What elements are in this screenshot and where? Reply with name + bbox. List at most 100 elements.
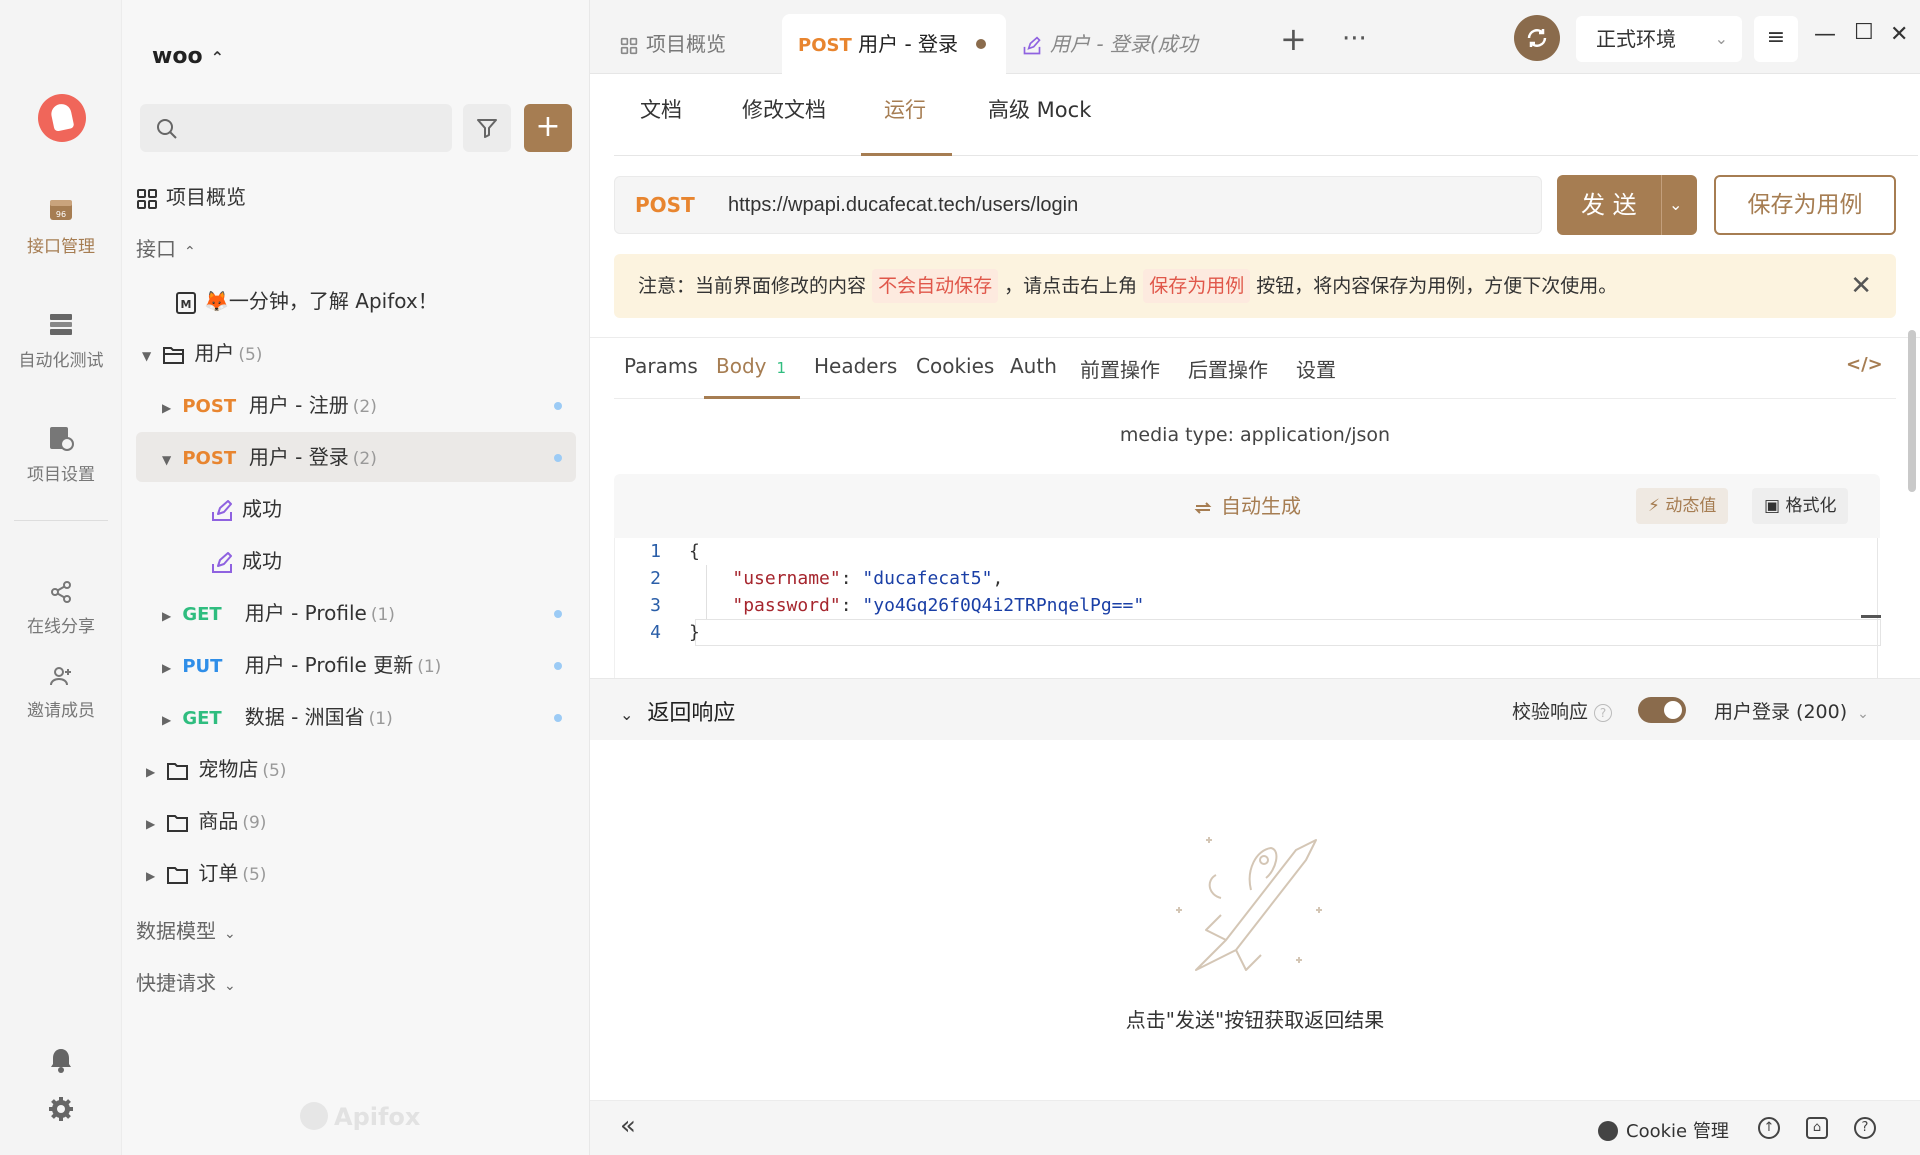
save-as-case-button[interactable]: 保存为用例 [1714, 175, 1896, 235]
send-button[interactable]: 发 送 ⌄ [1557, 175, 1697, 235]
chevron-down-icon: ⌄ [1857, 706, 1869, 722]
verify-label: 校验响应 [1512, 701, 1589, 723]
format-label: 格式化 [1785, 496, 1837, 516]
subtab-mock[interactable]: 高级 Mock [988, 94, 1091, 124]
tab-case[interactable]: 用户 - 登录(成功 [1022, 14, 1198, 74]
subtab-edit-docs[interactable]: 修改文档 [742, 94, 826, 124]
sidebar-item-api[interactable]: ▶ GET 用户 - Profile (1) [136, 588, 576, 638]
tab-post-ops[interactable]: 后置操作 [1188, 354, 1268, 383]
chevron-down-icon: ⌄ [620, 705, 634, 724]
tab-body[interactable]: Body 1 [716, 354, 786, 378]
response-case-label: 用户登录 (200) [1714, 701, 1848, 723]
case-icon [212, 499, 232, 521]
notice-text: ，请点击右上角 [1004, 275, 1138, 297]
tab-auth[interactable]: Auth [1010, 354, 1057, 378]
rail-item-api-management[interactable]: 96 接口管理 [0, 196, 122, 257]
tab-params[interactable]: Params [624, 354, 698, 378]
swap-icon [1194, 501, 1212, 514]
minimize-icon[interactable]: — [1814, 22, 1836, 47]
tab-active-request[interactable]: POST 用户 - 登录 [782, 14, 1006, 74]
tab-pre-ops[interactable]: 前置操作 [1080, 354, 1160, 383]
tab-project-overview[interactable]: 项目概览 [620, 14, 726, 74]
request-url[interactable]: https://wpapi.ducafecat.tech/users/login [728, 177, 1078, 233]
cookie-manager-button[interactable]: Cookie 管理 [1598, 1117, 1729, 1143]
sidebar-section-quick-requests[interactable]: 快捷请求 ⌄ [136, 958, 576, 1008]
search-input[interactable] [140, 104, 452, 152]
dynamic-value-button[interactable]: ⚡ 动态值 [1636, 488, 1729, 524]
response-case-select[interactable]: 用户登录 (200) ⌄ [1714, 697, 1869, 724]
hamburger-menu-button[interactable]: ≡ [1754, 16, 1798, 62]
empty-response-text: 点击"发送"按钮获取返回结果 [1125, 1008, 1385, 1032]
sync-button[interactable] [1514, 15, 1560, 61]
api-sidebar: woo ⌃ + 项目概览 接口 ⌃ M 🦊一分钟，了解 Apifox！ ▼ 用户 (5)… [122, 0, 590, 1155]
maximize-icon[interactable]: ☐ [1854, 20, 1874, 45]
sidebar-item-api[interactable]: ▶ POST 用户 - 注册 (2) [136, 380, 576, 430]
sidebar-item-api[interactable]: ▶ GET 数据 - 洲国省 (1) [136, 692, 576, 742]
sidebar-item-case[interactable]: 成功 [136, 484, 576, 534]
sidebar-item-case[interactable]: 成功 [136, 536, 576, 586]
rail-item-project-settings[interactable]: 项目设置 [0, 424, 122, 485]
editor-scrollbar[interactable] [1877, 538, 1878, 678]
body-count-badge: 1 [776, 359, 787, 377]
settings-doc-icon [50, 427, 74, 451]
sidebar-folder[interactable]: ▶ 订单 (5) [136, 848, 576, 898]
more-icon[interactable]: ··· [1342, 24, 1367, 54]
environment-select[interactable]: 正式环境 ⌄ [1576, 16, 1742, 62]
chevron-down-icon[interactable]: ⌄ [1669, 175, 1682, 235]
rail-item-auto-test[interactable]: 自动化测试 [0, 310, 122, 371]
format-button[interactable]: ▣ 格式化 [1752, 488, 1849, 524]
add-button[interactable]: + [524, 104, 572, 152]
tab-headers[interactable]: Headers [814, 354, 897, 378]
gear-icon[interactable] [48, 1096, 74, 1122]
subtab-docs[interactable]: 文档 [640, 94, 682, 124]
grid-icon [137, 188, 157, 209]
tab-cookies[interactable]: Cookies [916, 354, 994, 378]
subtab-run[interactable]: 运行 [884, 94, 926, 124]
shirt-icon[interactable]: ⌂ [1806, 1117, 1828, 1139]
editor-scroll-marker [1861, 615, 1881, 618]
sidebar-item-api[interactable]: ▶ PUT 用户 - Profile 更新 (1) [136, 640, 576, 690]
request-method-select[interactable]: POST [635, 177, 695, 233]
format-icon: ▣ [1764, 496, 1781, 516]
rail-item-invite[interactable]: 邀请成员 [0, 664, 122, 721]
sidebar-section-api[interactable]: 接口 ⌃ [136, 224, 576, 274]
caret-right-icon: ▶ [162, 609, 172, 623]
collapse-sidebar-icon[interactable]: « [620, 1111, 636, 1141]
tab-settings[interactable]: 设置 [1296, 354, 1336, 383]
rail-item-share[interactable]: 在线分享 [0, 580, 122, 637]
code-line: 3 "password": "yo4Gq26f0Q4i2TRPnqelPg==" [650, 595, 1145, 616]
sidebar-folder[interactable]: ▶ 商品 (9) [136, 796, 576, 846]
api-name: 用户 - Profile 更新 [244, 653, 414, 677]
sidebar-item-api-selected[interactable]: ▼ POST 用户 - 登录 (2) [136, 432, 576, 482]
main-scrollbar[interactable] [1908, 330, 1916, 492]
filter-button[interactable] [463, 104, 511, 152]
bell-icon[interactable] [48, 1046, 74, 1074]
sidebar-item-overview[interactable]: 项目概览 [136, 172, 576, 222]
tab-label: Body [716, 354, 767, 378]
url-input[interactable]: POST https://wpapi.ducafecat.tech/users/… [614, 176, 1542, 234]
caret-down-icon: ▼ [142, 349, 152, 363]
intro-label: 🦊一分钟，了解 Apifox！ [204, 289, 438, 313]
verify-response-label: 校验响应? [1512, 697, 1613, 724]
new-tab-plus-icon[interactable]: + [1280, 20, 1307, 58]
sidebar-folder-user[interactable]: ▼ 用户 (5) [136, 328, 576, 378]
status-dot [554, 402, 562, 410]
verify-response-toggle[interactable] [1638, 697, 1686, 723]
section-label: 接口 [136, 237, 176, 261]
upload-icon[interactable]: ↑ [1758, 1117, 1780, 1139]
sidebar-section-data-models[interactable]: 数据模型 ⌄ [136, 906, 576, 956]
response-title: 返回响应 [647, 701, 736, 726]
menu-icon: ≡ [1766, 25, 1786, 50]
project-switcher[interactable]: woo ⌃ [152, 44, 224, 69]
json-body-editor[interactable]: 1{ 2 "username": "ducafecat5", 3 "passwo… [614, 538, 1881, 678]
close-icon[interactable]: ✕ [1890, 22, 1908, 47]
help-icon[interactable]: ? [1854, 1117, 1876, 1139]
folder-name: 宠物店 [198, 757, 259, 781]
response-collapse-toggle[interactable]: ⌄ 返回响应 [620, 695, 735, 727]
close-icon[interactable]: ✕ [1850, 254, 1872, 318]
code-icon[interactable]: </> [1846, 354, 1883, 375]
sidebar-folder[interactable]: ▶ 宠物店 (5) [136, 744, 576, 794]
sidebar-item-intro[interactable]: M 🦊一分钟，了解 Apifox！ [136, 276, 576, 326]
status-dot [554, 714, 562, 722]
help-icon[interactable]: ? [1594, 704, 1613, 722]
